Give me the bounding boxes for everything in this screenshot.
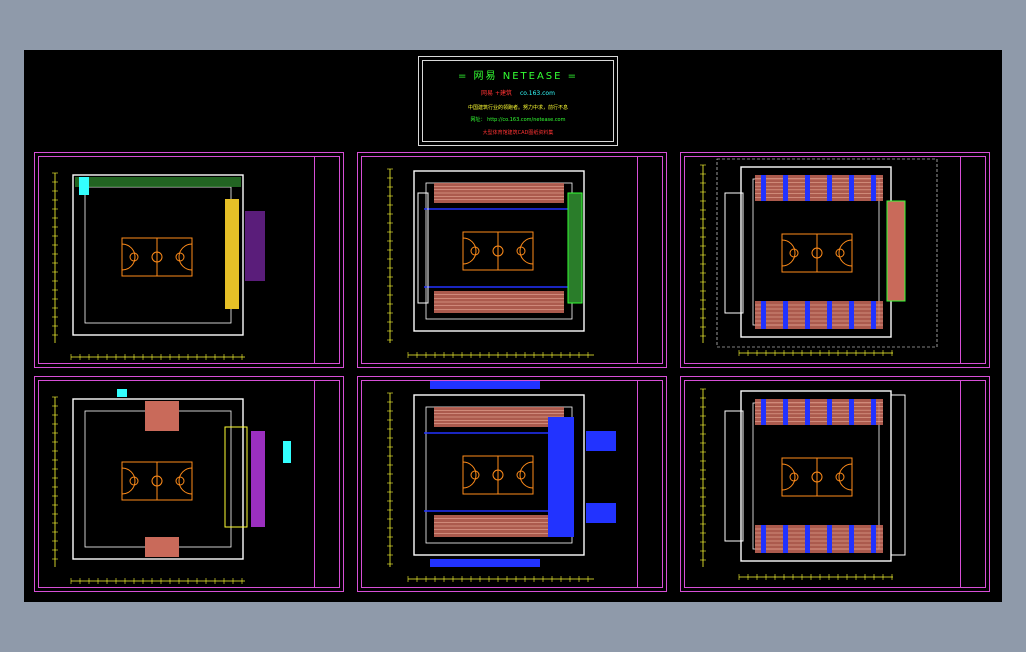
- court-ft-left: [470, 246, 480, 256]
- floor-plan-1: [52, 172, 265, 360]
- aisle-blue: [871, 175, 876, 201]
- aisle-blue: [805, 525, 810, 553]
- aisle-blue: [783, 301, 788, 329]
- drawing-sheet-1[interactable]: [34, 152, 344, 368]
- aisle-blue: [805, 399, 810, 425]
- court-key-left: [781, 239, 796, 267]
- annex-wing: [586, 503, 616, 523]
- court-ft-right: [835, 248, 845, 258]
- annex-wing: [586, 431, 616, 451]
- greenery-strip: [886, 200, 906, 302]
- side-rooms: [890, 394, 906, 556]
- top-strip: [430, 381, 540, 389]
- court-key-right: [838, 239, 853, 267]
- stair-block: [225, 199, 239, 309]
- basketball-court: [781, 233, 853, 273]
- court-ft-right: [835, 472, 845, 482]
- title-block: = 网易 NETEASE = 网易 +建筑 co.163.com 中国建筑行业的领…: [418, 56, 618, 146]
- aisle-blue: [849, 175, 854, 201]
- entrance-hall: [145, 401, 179, 431]
- aisle-blue: [827, 301, 832, 329]
- greenery-strip: [75, 177, 241, 187]
- court-ft-left: [129, 476, 139, 486]
- inner-wall: [84, 410, 232, 548]
- greenery-strip: [567, 192, 583, 304]
- court-ft-right: [175, 476, 185, 486]
- aisle-blue: [871, 301, 876, 329]
- court-key-left: [462, 237, 477, 265]
- floor-plan-3: [700, 158, 938, 356]
- drawing-sheet-3[interactable]: [680, 152, 990, 368]
- bottom-strip: [430, 559, 540, 567]
- court-key-left: [462, 461, 477, 489]
- court-key-right: [178, 467, 193, 495]
- floor-plan-5: [387, 381, 616, 582]
- inner-wall: [84, 186, 232, 324]
- floor-plan-2: [387, 168, 594, 358]
- court-key-left: [781, 463, 796, 491]
- court-key-left: [121, 243, 136, 271]
- title-site-name: 网易 +建筑: [481, 90, 512, 97]
- court-ft-right: [516, 246, 526, 256]
- side-rooms: [724, 410, 744, 542]
- basketball-court: [121, 461, 193, 501]
- aisle-blue: [827, 525, 832, 553]
- court-ft-left: [129, 252, 139, 262]
- aisle-blue: [849, 525, 854, 553]
- aisle-blue: [871, 399, 876, 425]
- aisle-blue: [827, 175, 832, 201]
- court-key-right: [178, 243, 193, 271]
- aisle-blue: [761, 399, 766, 425]
- aisle-blue: [783, 399, 788, 425]
- side-rooms: [724, 192, 744, 314]
- aisle-blue: [761, 525, 766, 553]
- floor-plan-4: [52, 389, 291, 584]
- court-key-left: [121, 467, 136, 495]
- court-ft-right: [516, 470, 526, 480]
- outer-wall: [72, 174, 244, 336]
- title-line-slogan: 中国建筑行业的领跑者。努力中求，前行不息: [467, 105, 568, 111]
- aisle-blue: [761, 175, 766, 201]
- title-line-web: 网址： http://co.163.com/netease.com: [470, 117, 566, 123]
- court-key-right: [519, 461, 534, 489]
- court-ft-left: [789, 248, 799, 258]
- floor-plan-6: [700, 388, 906, 580]
- aisle-blue: [871, 525, 876, 553]
- aisle-blue: [783, 175, 788, 201]
- drawing-sheet-6[interactable]: [680, 376, 990, 592]
- aisle-blue: [761, 301, 766, 329]
- drawing-sheet-2[interactable]: [357, 152, 667, 368]
- drawing-canvas[interactable]: = 网易 NETEASE = 网易 +建筑 co.163.com 中国建筑行业的领…: [24, 50, 1002, 602]
- title-line-site: 网易 +建筑 co.163.com: [419, 88, 617, 97]
- title-line-description: 大型体育馆建筑CAD图纸资料集: [482, 130, 554, 136]
- court-ft-left: [789, 472, 799, 482]
- aisle-blue: [805, 301, 810, 329]
- court-key-right: [519, 237, 534, 265]
- aisle-blue: [805, 175, 810, 201]
- court-ft-right: [175, 252, 185, 262]
- entrance-marker: [283, 441, 291, 463]
- basketball-court: [121, 237, 193, 277]
- side-annex: [251, 431, 265, 527]
- aisle-blue: [783, 525, 788, 553]
- court-ft-left: [470, 470, 480, 480]
- basketball-court: [781, 457, 853, 497]
- entrance-hall: [145, 537, 179, 557]
- court-key-right: [838, 463, 853, 491]
- annex-block: [548, 417, 574, 537]
- title-line-netease: = 网易 NETEASE =: [457, 71, 579, 82]
- title-site-url: co.163.com: [519, 90, 555, 97]
- side-annex: [245, 211, 265, 281]
- drawing-sheet-4[interactable]: [34, 376, 344, 592]
- entrance-marker: [79, 177, 89, 195]
- aisle-blue: [849, 301, 854, 329]
- aisle-blue: [849, 399, 854, 425]
- drawing-sheet-5[interactable]: [357, 376, 667, 592]
- entrance-marker: [117, 389, 127, 397]
- basketball-court: [462, 455, 534, 495]
- basketball-court: [462, 231, 534, 271]
- aisle-blue: [827, 399, 832, 425]
